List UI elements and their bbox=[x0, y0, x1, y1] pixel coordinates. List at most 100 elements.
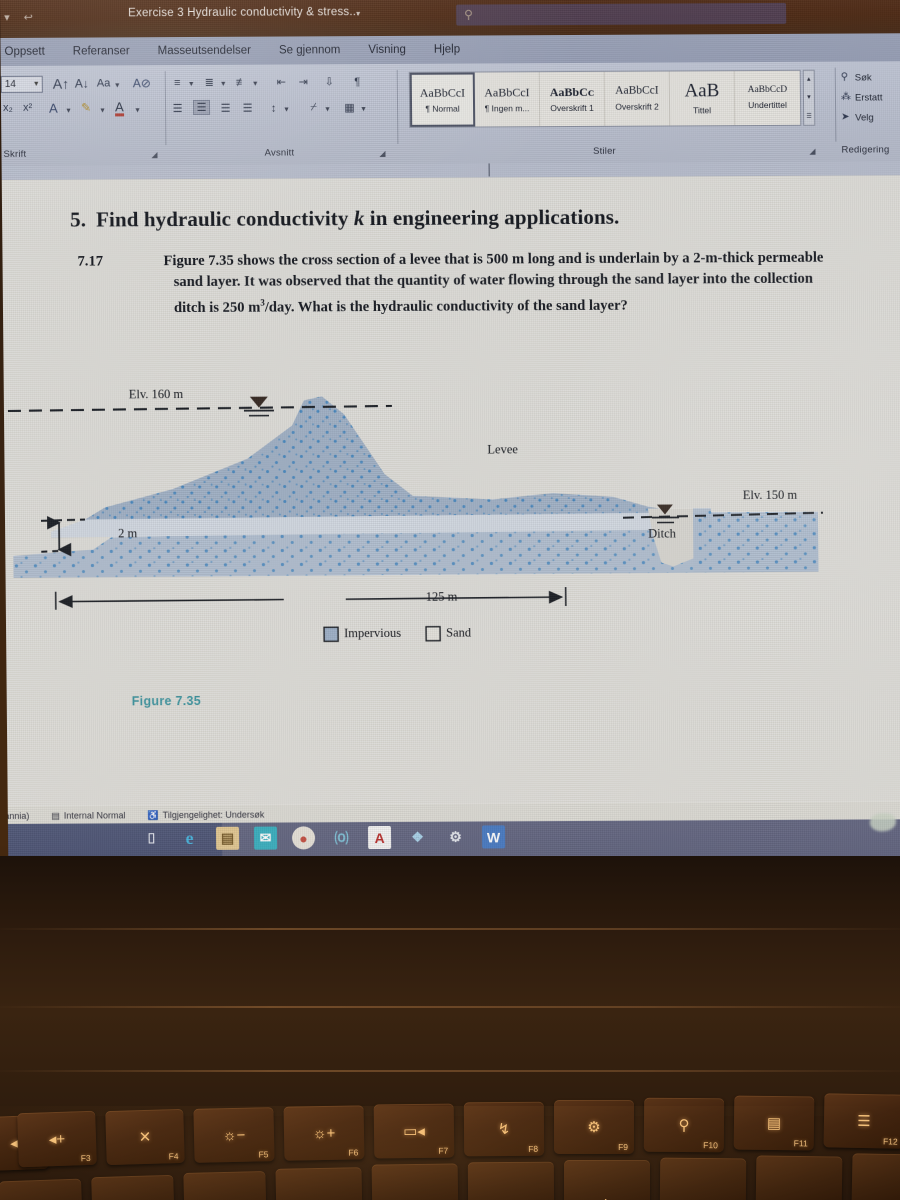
font-color-chevron-down-icon[interactable]: ▼ bbox=[134, 107, 141, 114]
align-center-icon[interactable]: ☰ bbox=[192, 99, 211, 115]
qat-customize-icon[interactable]: ▾ bbox=[4, 10, 10, 23]
styles-scrollbar[interactable]: ▲ ▼ ☰ bbox=[802, 69, 816, 126]
change-case-icon[interactable]: Aa bbox=[97, 77, 111, 89]
style-overskrift-2[interactable]: AaBbCcI Overskrift 2 bbox=[604, 71, 671, 126]
replace-icon[interactable]: ⁂ bbox=[841, 92, 851, 103]
teams-icon[interactable]: ⒪ bbox=[330, 826, 353, 849]
taskbar-icon-row[interactable]: ⌷ e ▤ ✉ ● ⒪ A ❖ ⚙ W bbox=[140, 825, 506, 850]
status-accessibility[interactable]: ♿ Tilgjengelighet: Undersøk bbox=[147, 809, 264, 821]
tab-hjelp[interactable]: Hjelp bbox=[434, 44, 460, 56]
numbering-icon[interactable]: ≣ bbox=[201, 75, 218, 90]
paragraph-dialog-launcher[interactable]: ◢ bbox=[379, 149, 385, 158]
text-effects-chevron-down-icon[interactable]: ▼ bbox=[65, 108, 72, 115]
styles-more-icon[interactable]: ☰ bbox=[806, 108, 812, 125]
shrink-font-icon[interactable]: A↓ bbox=[75, 77, 89, 91]
document-page[interactable]: 5. Find hydraulic conductivity k in engin… bbox=[0, 175, 900, 811]
font-size-chevron-down-icon[interactable]: ▼ bbox=[33, 81, 40, 88]
line-spacing-chevron-down-icon[interactable]: ▼ bbox=[283, 106, 290, 113]
highlight-icon[interactable]: ✎ bbox=[81, 101, 91, 115]
borders-chevron-down-icon[interactable]: ▼ bbox=[360, 106, 367, 113]
search-icon[interactable]: ⚲ bbox=[841, 72, 848, 83]
key-f11[interactable]: ▤ F11 bbox=[733, 1095, 815, 1151]
align-left-icon[interactable]: ☰ bbox=[169, 101, 186, 116]
styles-scroll-down-icon[interactable]: ▼ bbox=[806, 89, 812, 106]
shading-icon[interactable]: ⌿ bbox=[305, 100, 322, 115]
show-formatting-marks-icon[interactable]: ¶ bbox=[349, 74, 366, 89]
key-f8[interactable]: ↯ F8 bbox=[463, 1101, 545, 1157]
find-button[interactable]: Søk bbox=[855, 72, 872, 83]
key-extra-2[interactable] bbox=[851, 1153, 900, 1200]
task-view-icon[interactable]: ⌷ bbox=[140, 827, 163, 850]
sort-icon[interactable]: ⇩ bbox=[321, 74, 338, 89]
key-f12[interactable]: ☰ F12 bbox=[823, 1093, 900, 1149]
highlight-chevron-down-icon[interactable]: ▼ bbox=[99, 107, 106, 114]
acrobat-icon[interactable]: A bbox=[367, 825, 392, 850]
status-sensitivity[interactable]: ▤ Internal Normal bbox=[51, 810, 125, 821]
quick-access-toolbar[interactable]: ▾ ↩ bbox=[4, 10, 33, 23]
styles-scroll-up-icon[interactable]: ▲ bbox=[806, 71, 812, 88]
decrease-indent-icon[interactable]: ⇤ bbox=[273, 74, 290, 89]
mail-icon[interactable]: ✉ bbox=[253, 826, 278, 850]
line-spacing-icon[interactable]: ↕ bbox=[265, 101, 282, 116]
title-dropdown-icon[interactable]: ▾ bbox=[356, 9, 360, 18]
clear-formatting-icon[interactable]: A⊘ bbox=[133, 76, 151, 90]
multilevel-list-icon[interactable]: ≢ bbox=[233, 75, 250, 90]
key-equals[interactable]: = bbox=[659, 1157, 747, 1200]
select-cursor-icon[interactable]: ➤ bbox=[841, 112, 849, 123]
key-f4[interactable]: ✕ F4 bbox=[105, 1108, 185, 1166]
tab-visning[interactable]: Visning bbox=[368, 44, 406, 56]
tab-se-gjennom[interactable]: Se gjennom bbox=[279, 44, 340, 56]
key-percent[interactable]: % bbox=[183, 1171, 267, 1200]
style-undertittel[interactable]: AaBbCcD Undertittel bbox=[735, 71, 801, 125]
style-tittel[interactable]: AaB Tittel bbox=[669, 71, 736, 126]
settings-icon[interactable]: ⚙ bbox=[444, 826, 467, 849]
tab-masseutsendelser[interactable]: Masseutsendelser bbox=[158, 45, 251, 57]
key-f10[interactable]: ⚲ F10 bbox=[643, 1097, 725, 1153]
key-currency[interactable]: ¤ bbox=[91, 1174, 175, 1200]
qat-undo-icon[interactable]: ↩ bbox=[24, 10, 33, 23]
justify-icon[interactable]: ☰ bbox=[239, 101, 256, 116]
grow-font-icon[interactable]: A↑ bbox=[53, 76, 69, 92]
key-f7[interactable]: ▭◂ F7 bbox=[373, 1103, 455, 1159]
multilevel-chevron-down-icon[interactable]: ▼ bbox=[252, 81, 259, 88]
replace-button[interactable]: Erstatt bbox=[855, 92, 883, 103]
key-slash[interactable]: / bbox=[371, 1163, 459, 1200]
file-explorer-icon[interactable]: ▤ bbox=[215, 826, 240, 850]
styles-gallery[interactable]: AaBbCcI ¶ Normal AaBbCcI ¶ Ingen m... Aa… bbox=[408, 69, 802, 128]
select-button[interactable]: Velg bbox=[855, 112, 874, 123]
key-f5[interactable]: ☼− F5 bbox=[193, 1107, 275, 1163]
text-effects-icon[interactable]: A bbox=[49, 101, 58, 116]
subscript-icon[interactable]: x₂ bbox=[3, 102, 13, 114]
key-hash[interactable]: # bbox=[0, 1178, 83, 1200]
bullets-chevron-down-icon[interactable]: ▼ bbox=[188, 81, 195, 88]
increase-indent-icon[interactable]: ⇥ bbox=[295, 74, 312, 89]
key-ampersand[interactable]: & bbox=[275, 1167, 363, 1200]
key-f9[interactable]: ⚙ F9 bbox=[554, 1100, 634, 1154]
chrome-icon[interactable]: ● bbox=[291, 826, 316, 850]
edge-icon[interactable]: e bbox=[178, 827, 201, 850]
style-overskrift-1[interactable]: AaBbCᴄ Overskrift 1 bbox=[539, 71, 606, 127]
tab-oppsett[interactable]: Oppsett bbox=[4, 46, 44, 58]
style-ingen-mellomrom[interactable]: AaBbCcI ¶ Ingen m... bbox=[474, 72, 541, 127]
key-paren-open[interactable]: ( bbox=[467, 1161, 555, 1200]
style-label: Overskrift 1 bbox=[550, 102, 594, 113]
style-normal[interactable]: AaBbCcI ¶ Normal bbox=[409, 72, 476, 127]
font-color-icon[interactable]: A bbox=[115, 99, 124, 117]
key-f3[interactable]: ◂+ F3 bbox=[17, 1110, 97, 1168]
change-case-chevron-down-icon[interactable]: ▼ bbox=[114, 82, 121, 89]
font-dialog-launcher[interactable]: ◢ bbox=[151, 150, 157, 159]
borders-icon[interactable]: ▦ bbox=[341, 100, 358, 115]
search-input[interactable]: ⚲ bbox=[456, 2, 787, 26]
apps-icon[interactable]: ❖ bbox=[406, 826, 429, 849]
numbering-chevron-down-icon[interactable]: ▼ bbox=[220, 81, 227, 88]
key-f6[interactable]: ☼+ F6 bbox=[283, 1105, 365, 1161]
bullets-icon[interactable]: ≡ bbox=[169, 75, 186, 90]
styles-dialog-launcher[interactable]: ◢ bbox=[809, 147, 815, 156]
shading-chevron-down-icon[interactable]: ▼ bbox=[324, 106, 331, 113]
key-paren-close[interactable]: ) bbox=[564, 1160, 650, 1200]
tab-referanser[interactable]: Referanser bbox=[73, 45, 130, 57]
superscript-icon[interactable]: x² bbox=[23, 102, 32, 114]
align-right-icon[interactable]: ☰ bbox=[217, 101, 234, 116]
key-extra-1[interactable] bbox=[755, 1155, 843, 1200]
word-icon[interactable]: W bbox=[481, 825, 506, 849]
